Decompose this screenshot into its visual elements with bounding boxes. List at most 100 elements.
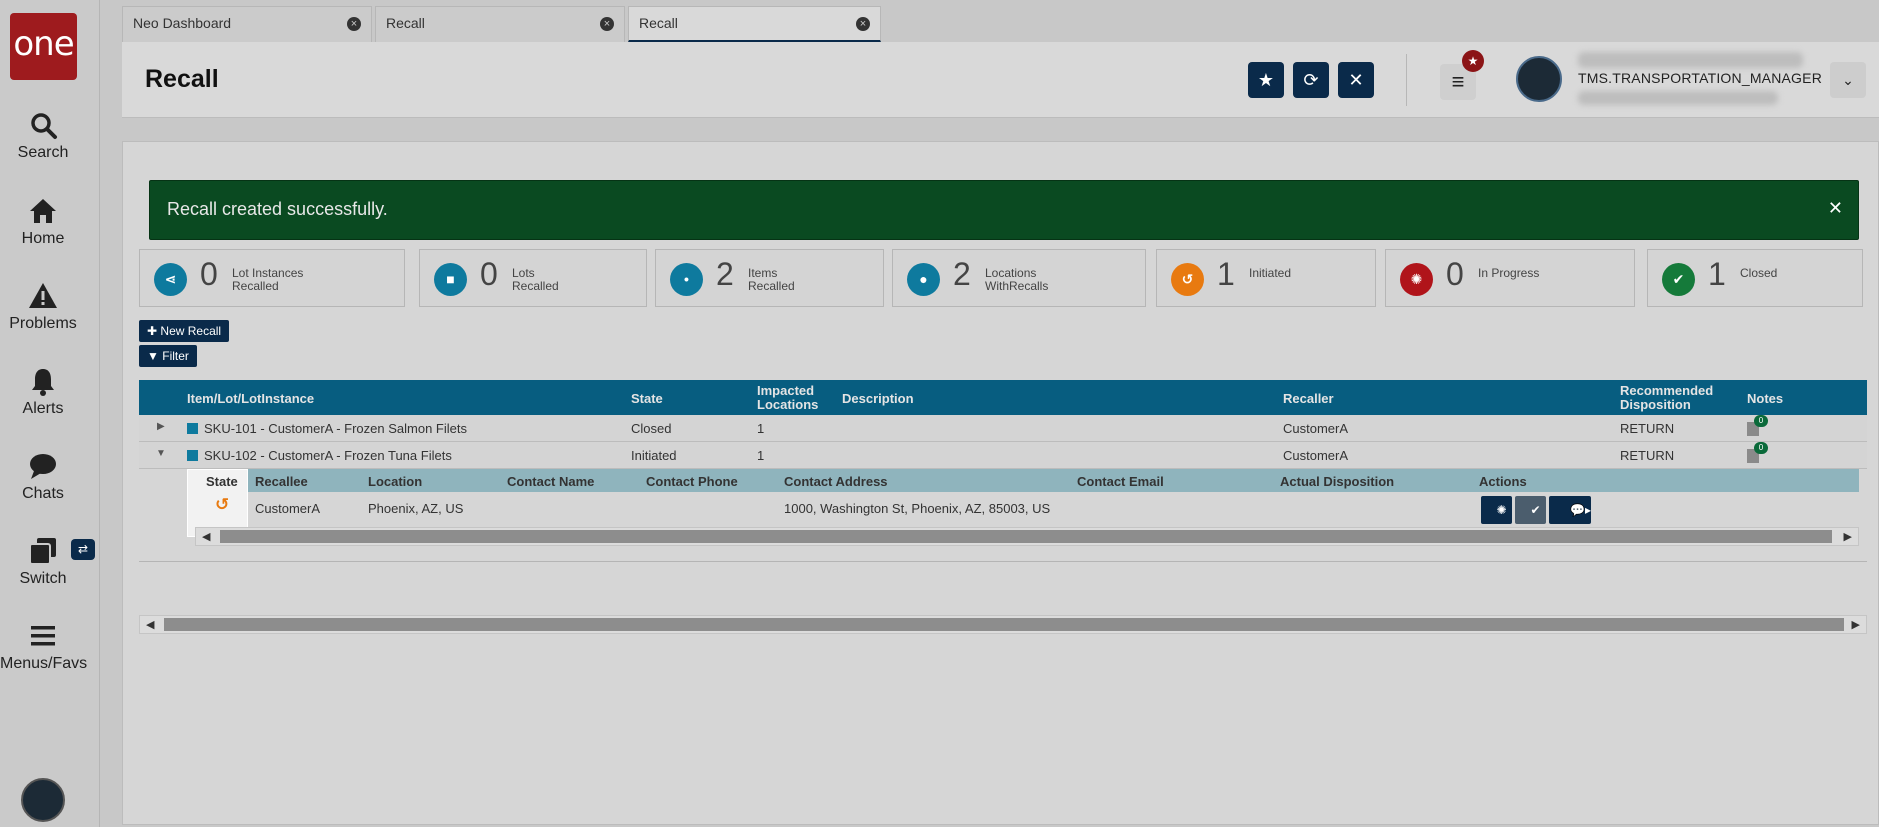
scroll-left-icon[interactable]: ◀ — [202, 530, 210, 543]
close-button[interactable]: ✕ — [1338, 62, 1374, 98]
stat-in-progress[interactable]: ✺ 0 In Progress — [1385, 249, 1635, 307]
favorite-button[interactable]: ★ — [1248, 62, 1284, 98]
sidebar-item-chats[interactable]: Chats — [0, 451, 86, 503]
spinner-icon: ✺ — [1496, 503, 1507, 517]
column-header-notes[interactable]: Notes — [1747, 391, 1783, 406]
stat-value: 1 — [1217, 256, 1235, 292]
scroll-right-icon[interactable]: ▶ — [1852, 618, 1860, 631]
user-menu-dropdown[interactable]: ⌄ — [1830, 62, 1866, 98]
row-state: Closed — [631, 421, 672, 436]
sidebar-item-search[interactable]: Search — [0, 110, 86, 162]
sub-column-recallee[interactable]: Recallee — [255, 474, 308, 489]
spinner-icon: ✺ — [1400, 263, 1433, 296]
sub-column-state[interactable]: State — [206, 474, 238, 489]
chat-button[interactable]: 💬▸ — [1549, 496, 1591, 524]
star-icon: ★ — [1257, 70, 1275, 90]
in-progress-button[interactable]: ✺ — [1481, 496, 1512, 524]
favorites-badge-icon[interactable]: ★ — [1462, 50, 1484, 72]
stat-label: Items Recalled — [748, 266, 795, 293]
check-icon: ✔ — [1662, 263, 1695, 296]
tab-recall-1[interactable]: Recall × — [375, 6, 625, 42]
success-alert: Recall created successfully. ✕ — [149, 180, 1859, 240]
tab-neo-dashboard[interactable]: Neo Dashboard × — [122, 6, 372, 42]
undo-icon: ↺ — [1171, 263, 1204, 296]
close-icon: ✕ — [1348, 70, 1364, 90]
stat-label: Locations WithRecalls — [985, 266, 1049, 293]
sub-column-actual-disposition[interactable]: Actual Disposition — [1280, 474, 1394, 489]
bell-icon — [32, 369, 54, 396]
grid-horizontal-scrollbar[interactable]: ◀ ▶ — [139, 615, 1867, 634]
filter-icon: ▼ — [147, 349, 159, 363]
column-header-recaller[interactable]: Recaller — [1283, 391, 1334, 406]
sidebar-item-home[interactable]: Home — [0, 196, 86, 248]
sub-column-contact-address[interactable]: Contact Address — [784, 474, 888, 489]
close-icon[interactable]: × — [856, 17, 870, 31]
sidebar-item-problems[interactable]: Problems — [0, 281, 86, 333]
sidebar: one Search Home Problems Alerts Chats Sw… — [0, 0, 100, 827]
collapse-icon[interactable]: ▼ — [156, 448, 166, 459]
tab-label: Recall — [386, 15, 425, 31]
table-row[interactable]: ▼ SKU-102 - CustomerA - Frozen Tuna File… — [139, 442, 1867, 469]
scroll-right-icon[interactable]: ▶ — [1844, 530, 1852, 543]
search-icon — [31, 113, 57, 139]
hamburger-icon: ≡ — [1451, 69, 1465, 94]
sidebar-item-alerts[interactable]: Alerts — [0, 366, 86, 418]
column-header-impacted[interactable]: Impacted Locations — [757, 384, 818, 412]
scrollbar-thumb[interactable] — [220, 530, 1832, 543]
divider — [1406, 54, 1407, 106]
main-panel: Recall created successfully. ✕ ⋖ 0 Lot I… — [122, 141, 1879, 825]
sub-column-contact-name[interactable]: Contact Name — [507, 474, 594, 489]
sidebar-item-label: Switch — [19, 570, 67, 587]
close-recall-button[interactable]: ✔ — [1515, 496, 1546, 524]
item-square-icon — [187, 423, 198, 434]
sub-column-contact-phone[interactable]: Contact Phone — [646, 474, 738, 489]
sidebar-item-menus-favs[interactable]: Menus/Favs — [0, 621, 87, 673]
sub-row-recallee: CustomerA — [255, 501, 321, 516]
stat-closed[interactable]: ✔ 1 Closed — [1647, 249, 1863, 307]
swap-icon[interactable]: ⇄ — [71, 539, 95, 560]
column-header-item[interactable]: Item/Lot/LotInstance — [187, 391, 314, 406]
stat-items[interactable]: • 2 Items Recalled — [655, 249, 884, 307]
alert-message: Recall created successfully. — [167, 199, 388, 219]
close-icon[interactable]: ✕ — [1828, 198, 1843, 219]
column-header-disposition[interactable]: Recommended Disposition — [1620, 384, 1713, 412]
stat-label: Initiated — [1249, 266, 1292, 280]
stat-lots[interactable]: ■ 0 Lots Recalled — [419, 249, 647, 307]
column-header-description[interactable]: Description — [842, 391, 914, 406]
row-item[interactable]: SKU-102 - CustomerA - Frozen Tuna Filets — [204, 448, 452, 463]
row-disposition: RETURN — [1620, 421, 1675, 436]
filter-button[interactable]: ▼ Filter — [139, 345, 197, 367]
new-recall-button[interactable]: ✚ New Recall — [139, 320, 230, 342]
sub-column-actions[interactable]: Actions — [1479, 474, 1527, 489]
grid-header: Item/Lot/LotInstance State Impacted Locat… — [139, 380, 1867, 415]
scroll-left-icon[interactable]: ◀ — [146, 618, 154, 631]
close-icon[interactable]: × — [600, 17, 614, 31]
app-logo[interactable]: one — [10, 13, 77, 80]
column-header-state[interactable]: State — [631, 391, 663, 406]
table-row[interactable]: ▶ SKU-101 - CustomerA - Frozen Salmon Fi… — [139, 415, 1867, 442]
sub-grid-horizontal-scrollbar[interactable]: ◀ ▶ — [195, 527, 1859, 546]
row-item[interactable]: SKU-101 - CustomerA - Frozen Salmon File… — [204, 421, 467, 436]
expand-icon[interactable]: ▶ — [157, 421, 165, 432]
refresh-button[interactable]: ⟳ — [1293, 62, 1329, 98]
sidebar-item-label: Chats — [22, 485, 64, 502]
close-icon[interactable]: × — [347, 17, 361, 31]
stat-locations[interactable]: ● 2 Locations WithRecalls — [892, 249, 1146, 307]
stat-lot-instances[interactable]: ⋖ 0 Lot Instances Recalled — [139, 249, 405, 307]
sub-column-contact-email[interactable]: Contact Email — [1077, 474, 1164, 489]
user-role: TMS.TRANSPORTATION_MANAGER — [1578, 70, 1822, 86]
sub-table-row[interactable]: ↺ CustomerA Phoenix, AZ, US 1000, Washin… — [195, 492, 1859, 527]
sub-column-location[interactable]: Location — [368, 474, 422, 489]
avatar[interactable] — [21, 778, 65, 822]
stat-initiated[interactable]: ↺ 1 Initiated — [1156, 249, 1376, 307]
stat-value: 0 — [200, 256, 218, 292]
user-avatar[interactable] — [1516, 56, 1562, 102]
note-count: 0 — [1754, 442, 1768, 454]
scrollbar-thumb[interactable] — [164, 618, 1844, 631]
tab-recall-2[interactable]: Recall × — [628, 6, 881, 42]
sidebar-item-label: Search — [17, 144, 69, 161]
stat-label: In Progress — [1478, 266, 1540, 280]
redacted-text — [1578, 52, 1803, 68]
item-square-icon — [187, 450, 198, 461]
stat-label: Lots Recalled — [512, 266, 559, 293]
